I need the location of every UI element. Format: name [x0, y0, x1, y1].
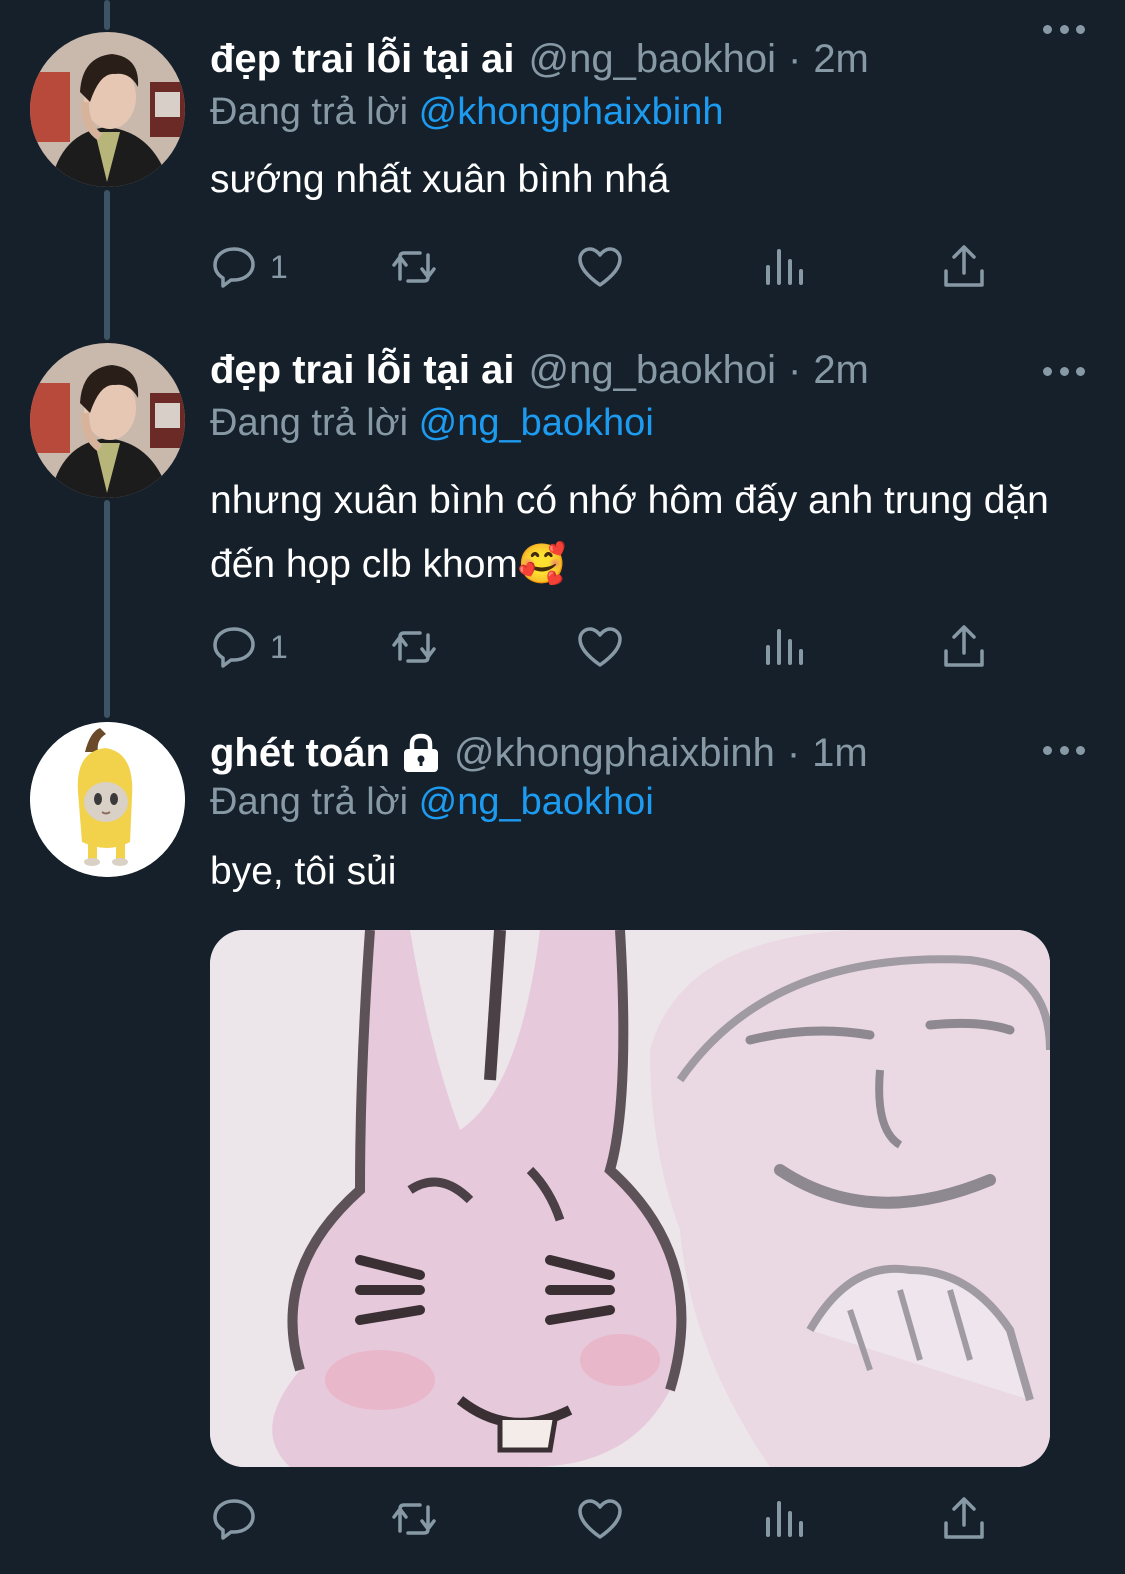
share-button[interactable]: [940, 242, 988, 292]
analytics-icon: [766, 1501, 803, 1537]
reply-count: 1: [270, 628, 288, 665]
retweet-icon: [392, 1503, 436, 1535]
share-button[interactable]: [940, 1494, 988, 1544]
reply-prefix: Đang trả lời: [210, 91, 409, 133]
like-button[interactable]: [576, 622, 624, 672]
avatar[interactable]: [30, 343, 185, 498]
more-icon[interactable]: [1043, 743, 1085, 757]
tweet-actions: 1: [210, 622, 1000, 672]
separator: ·: [787, 36, 802, 81]
reply-context: Đang trả lời @khongphaixbinh: [210, 86, 1085, 138]
timestamp[interactable]: 1m: [812, 731, 868, 776]
lock-icon: [403, 733, 438, 772]
reply-count: 1: [270, 248, 288, 285]
reply-button[interactable]: 1: [210, 622, 288, 672]
user-handle[interactable]: @ng_baokhoi: [529, 37, 776, 82]
reply-icon: [213, 1499, 255, 1540]
share-icon: [944, 625, 984, 667]
more-icon[interactable]: [1043, 364, 1085, 378]
analytics-button[interactable]: [760, 1494, 808, 1544]
like-icon: [578, 247, 622, 287]
tweet[interactable]: đẹp trai lỗi tại ai @ng_baokhoi · 2m Đan…: [0, 340, 1125, 710]
reply-context: Đang trả lời @ng_baokhoi: [210, 776, 1085, 828]
reply-button[interactable]: [210, 1494, 270, 1544]
tweet-text: bye, tôi sủi: [210, 850, 397, 893]
timestamp[interactable]: 2m: [813, 37, 869, 82]
share-button[interactable]: [940, 622, 988, 672]
like-button[interactable]: [576, 1494, 624, 1544]
analytics-button[interactable]: [760, 622, 808, 672]
reply-mention-link[interactable]: @ng_baokhoi: [419, 781, 654, 823]
like-button[interactable]: [576, 242, 624, 292]
reply-mention-link[interactable]: @khongphaixbinh: [419, 91, 724, 133]
tweet-text: nhưng xuân bình có nhớ hôm đấy anh trung…: [210, 479, 1049, 586]
retweet-button[interactable]: [390, 242, 438, 292]
reply-prefix: Đang trả lời: [210, 402, 409, 444]
reply-context: Đang trả lời @ng_baokhoi: [210, 397, 1085, 449]
reply-button[interactable]: 1: [210, 242, 288, 292]
retweet-button[interactable]: [390, 1494, 438, 1544]
display-name[interactable]: ghét toán: [210, 731, 390, 776]
retweet-button[interactable]: [390, 622, 438, 672]
reply-icon: [213, 247, 255, 288]
more-icon[interactable]: [1043, 22, 1085, 36]
retweet-icon: [392, 631, 436, 663]
reply-mention-link[interactable]: @ng_baokhoi: [419, 402, 654, 444]
analytics-icon: [766, 249, 803, 285]
user-handle[interactable]: @khongphaixbinh: [454, 731, 775, 776]
share-icon: [944, 1497, 984, 1539]
display-name[interactable]: đẹp trai lỗi tại ai: [210, 348, 515, 393]
analytics-icon: [766, 629, 803, 665]
user-handle[interactable]: @ng_baokhoi: [529, 348, 776, 393]
reply-prefix: Đang trả lời: [210, 781, 409, 823]
analytics-button[interactable]: [760, 242, 808, 292]
separator: ·: [787, 347, 802, 392]
reply-icon: [213, 627, 255, 668]
like-icon: [578, 1499, 622, 1539]
display-name[interactable]: đẹp trai lỗi tại ai: [210, 37, 515, 82]
avatar[interactable]: [30, 32, 185, 187]
tweet-actions: [210, 1494, 1000, 1544]
tweet-actions: 1: [210, 242, 1000, 292]
avatar[interactable]: [30, 722, 185, 877]
retweet-icon: [392, 251, 436, 283]
tweet[interactable]: đẹp trai lỗi tại ai @ng_baokhoi · 2m Đan…: [0, 0, 1125, 330]
tweet-text: sướng nhất xuân bình nhá: [210, 158, 670, 201]
tweet-media-image[interactable]: [210, 930, 1050, 1467]
separator: ·: [786, 730, 801, 775]
tweet-thread: đẹp trai lỗi tại ai @ng_baokhoi · 2m Đan…: [0, 0, 1125, 1574]
like-icon: [578, 627, 622, 667]
share-icon: [944, 245, 984, 287]
timestamp[interactable]: 2m: [813, 348, 869, 393]
